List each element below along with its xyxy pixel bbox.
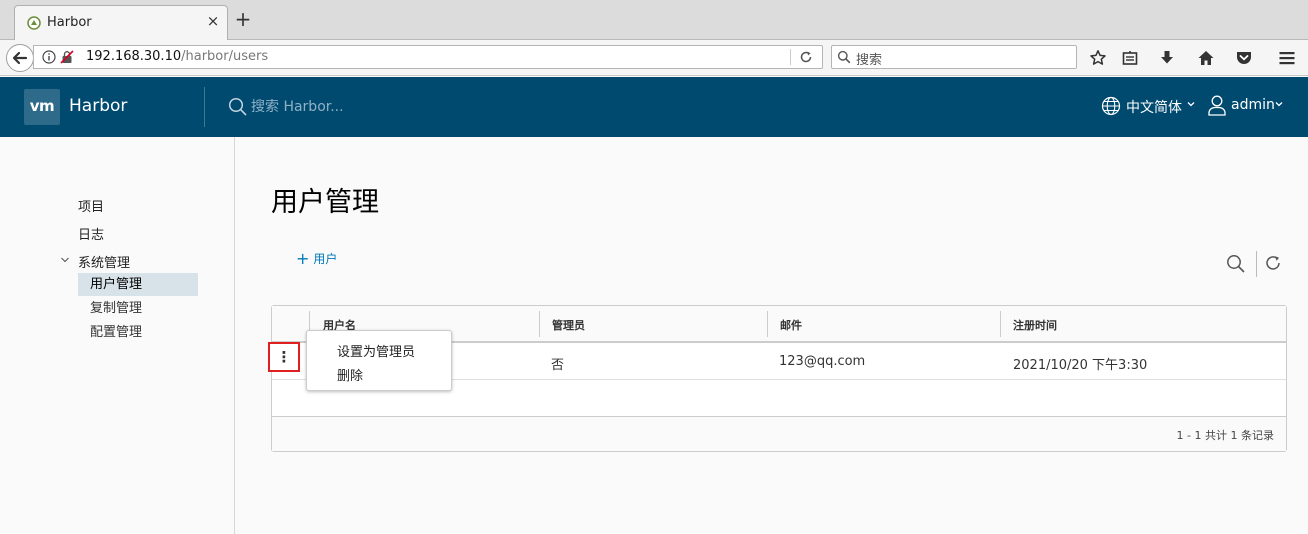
language-label: 中文简体 xyxy=(1126,100,1182,116)
url-bar[interactable]: 192.168.30.10/harbor/users xyxy=(33,45,823,69)
brand-name[interactable]: Harbor xyxy=(69,96,127,116)
vmware-logo-text: vm xyxy=(29,97,55,115)
chevron-down-icon[interactable] xyxy=(60,255,70,265)
download-icon[interactable] xyxy=(1158,49,1176,67)
row-action-button[interactable]: ⋮ xyxy=(268,342,300,372)
add-user-button[interactable]: + 用户 xyxy=(296,248,337,268)
column-separator[interactable] xyxy=(1000,311,1001,337)
header-divider xyxy=(204,87,205,127)
menu-item-delete[interactable]: 删除 xyxy=(337,365,363,384)
browser-search-bar[interactable]: 搜索 xyxy=(831,45,1077,69)
app-header: vm Harbor 中文简体 admin xyxy=(0,77,1308,137)
new-tab-button[interactable]: + xyxy=(234,8,252,30)
insecure-lock-icon[interactable] xyxy=(60,50,74,64)
page-title: 用户管理 xyxy=(271,187,379,218)
chevron-down-icon xyxy=(1187,102,1195,107)
row-action-menu: 设置为管理员 删除 xyxy=(306,330,452,391)
column-header-email[interactable]: 邮件 xyxy=(780,317,802,333)
menu-item-set-admin[interactable]: 设置为管理员 xyxy=(337,341,415,360)
cell-admin: 否 xyxy=(551,358,565,373)
toolbar-divider xyxy=(1256,251,1257,277)
back-arrow-icon xyxy=(12,51,28,65)
harbor-favicon-icon xyxy=(27,16,41,30)
search-icon xyxy=(837,50,851,64)
chevron-down-icon xyxy=(1275,102,1283,107)
plus-icon: + xyxy=(296,248,310,268)
cell-email: 123@qq.com xyxy=(779,354,866,369)
global-search-input[interactable] xyxy=(251,97,551,117)
reload-icon[interactable] xyxy=(798,49,814,65)
user-name: admin xyxy=(1231,97,1275,113)
user-icon xyxy=(1208,95,1226,116)
url-text: 192.168.30.10/harbor/users xyxy=(86,49,268,64)
globe-icon xyxy=(1101,96,1121,116)
column-separator[interactable] xyxy=(767,311,768,337)
browser-tab-bar: Harbor × + xyxy=(0,0,1308,40)
url-host: 192.168.30.10 xyxy=(86,49,182,64)
tab-title: Harbor xyxy=(47,15,92,30)
column-separator[interactable] xyxy=(539,311,540,337)
back-button[interactable] xyxy=(6,44,34,72)
column-header-created[interactable]: 注册时间 xyxy=(1013,317,1057,333)
browser-search-placeholder: 搜索 xyxy=(856,53,883,68)
sidebar-item-administration[interactable]: 系统管理 xyxy=(78,252,130,271)
pagination-summary: 1 - 1 共计 1 条记录 xyxy=(1176,429,1274,442)
url-path: /harbor/users xyxy=(181,49,269,64)
vmware-logo[interactable]: vm xyxy=(24,89,60,125)
sidebar-item-replication[interactable]: 复制管理 xyxy=(78,297,198,320)
pocket-icon[interactable] xyxy=(1235,49,1253,67)
sidebar: 项目 日志 系统管理 用户管理 复制管理 配置管理 xyxy=(0,137,235,534)
home-icon[interactable] xyxy=(1197,49,1215,67)
ellipsis-vertical-icon: ⋮ xyxy=(276,348,292,366)
bookmark-star-icon[interactable] xyxy=(1089,49,1107,67)
column-header-admin[interactable]: 管理员 xyxy=(552,317,585,333)
cell-created: 2021/10/20 下午3:30 xyxy=(1013,358,1148,373)
sidebar-item-user-management[interactable]: 用户管理 xyxy=(78,273,198,296)
datagrid-footer: 1 - 1 共计 1 条记录 xyxy=(272,417,1286,451)
reading-list-icon[interactable] xyxy=(1121,49,1139,67)
sidebar-item-configuration[interactable]: 配置管理 xyxy=(78,321,198,344)
close-tab-icon[interactable]: × xyxy=(205,12,221,30)
browser-tab-harbor[interactable]: Harbor × xyxy=(14,5,228,40)
sidebar-item-projects[interactable]: 项目 xyxy=(78,196,104,215)
info-icon[interactable] xyxy=(42,50,56,64)
search-icon xyxy=(228,97,247,116)
search-icon[interactable] xyxy=(1226,254,1246,274)
browser-nav-bar: 192.168.30.10/harbor/users 搜索 xyxy=(0,40,1308,76)
hamburger-menu-icon[interactable] xyxy=(1278,49,1296,67)
add-user-label: 用户 xyxy=(313,251,338,266)
refresh-icon[interactable] xyxy=(1264,254,1282,272)
sidebar-item-logs[interactable]: 日志 xyxy=(78,224,104,243)
url-divider xyxy=(790,49,791,65)
